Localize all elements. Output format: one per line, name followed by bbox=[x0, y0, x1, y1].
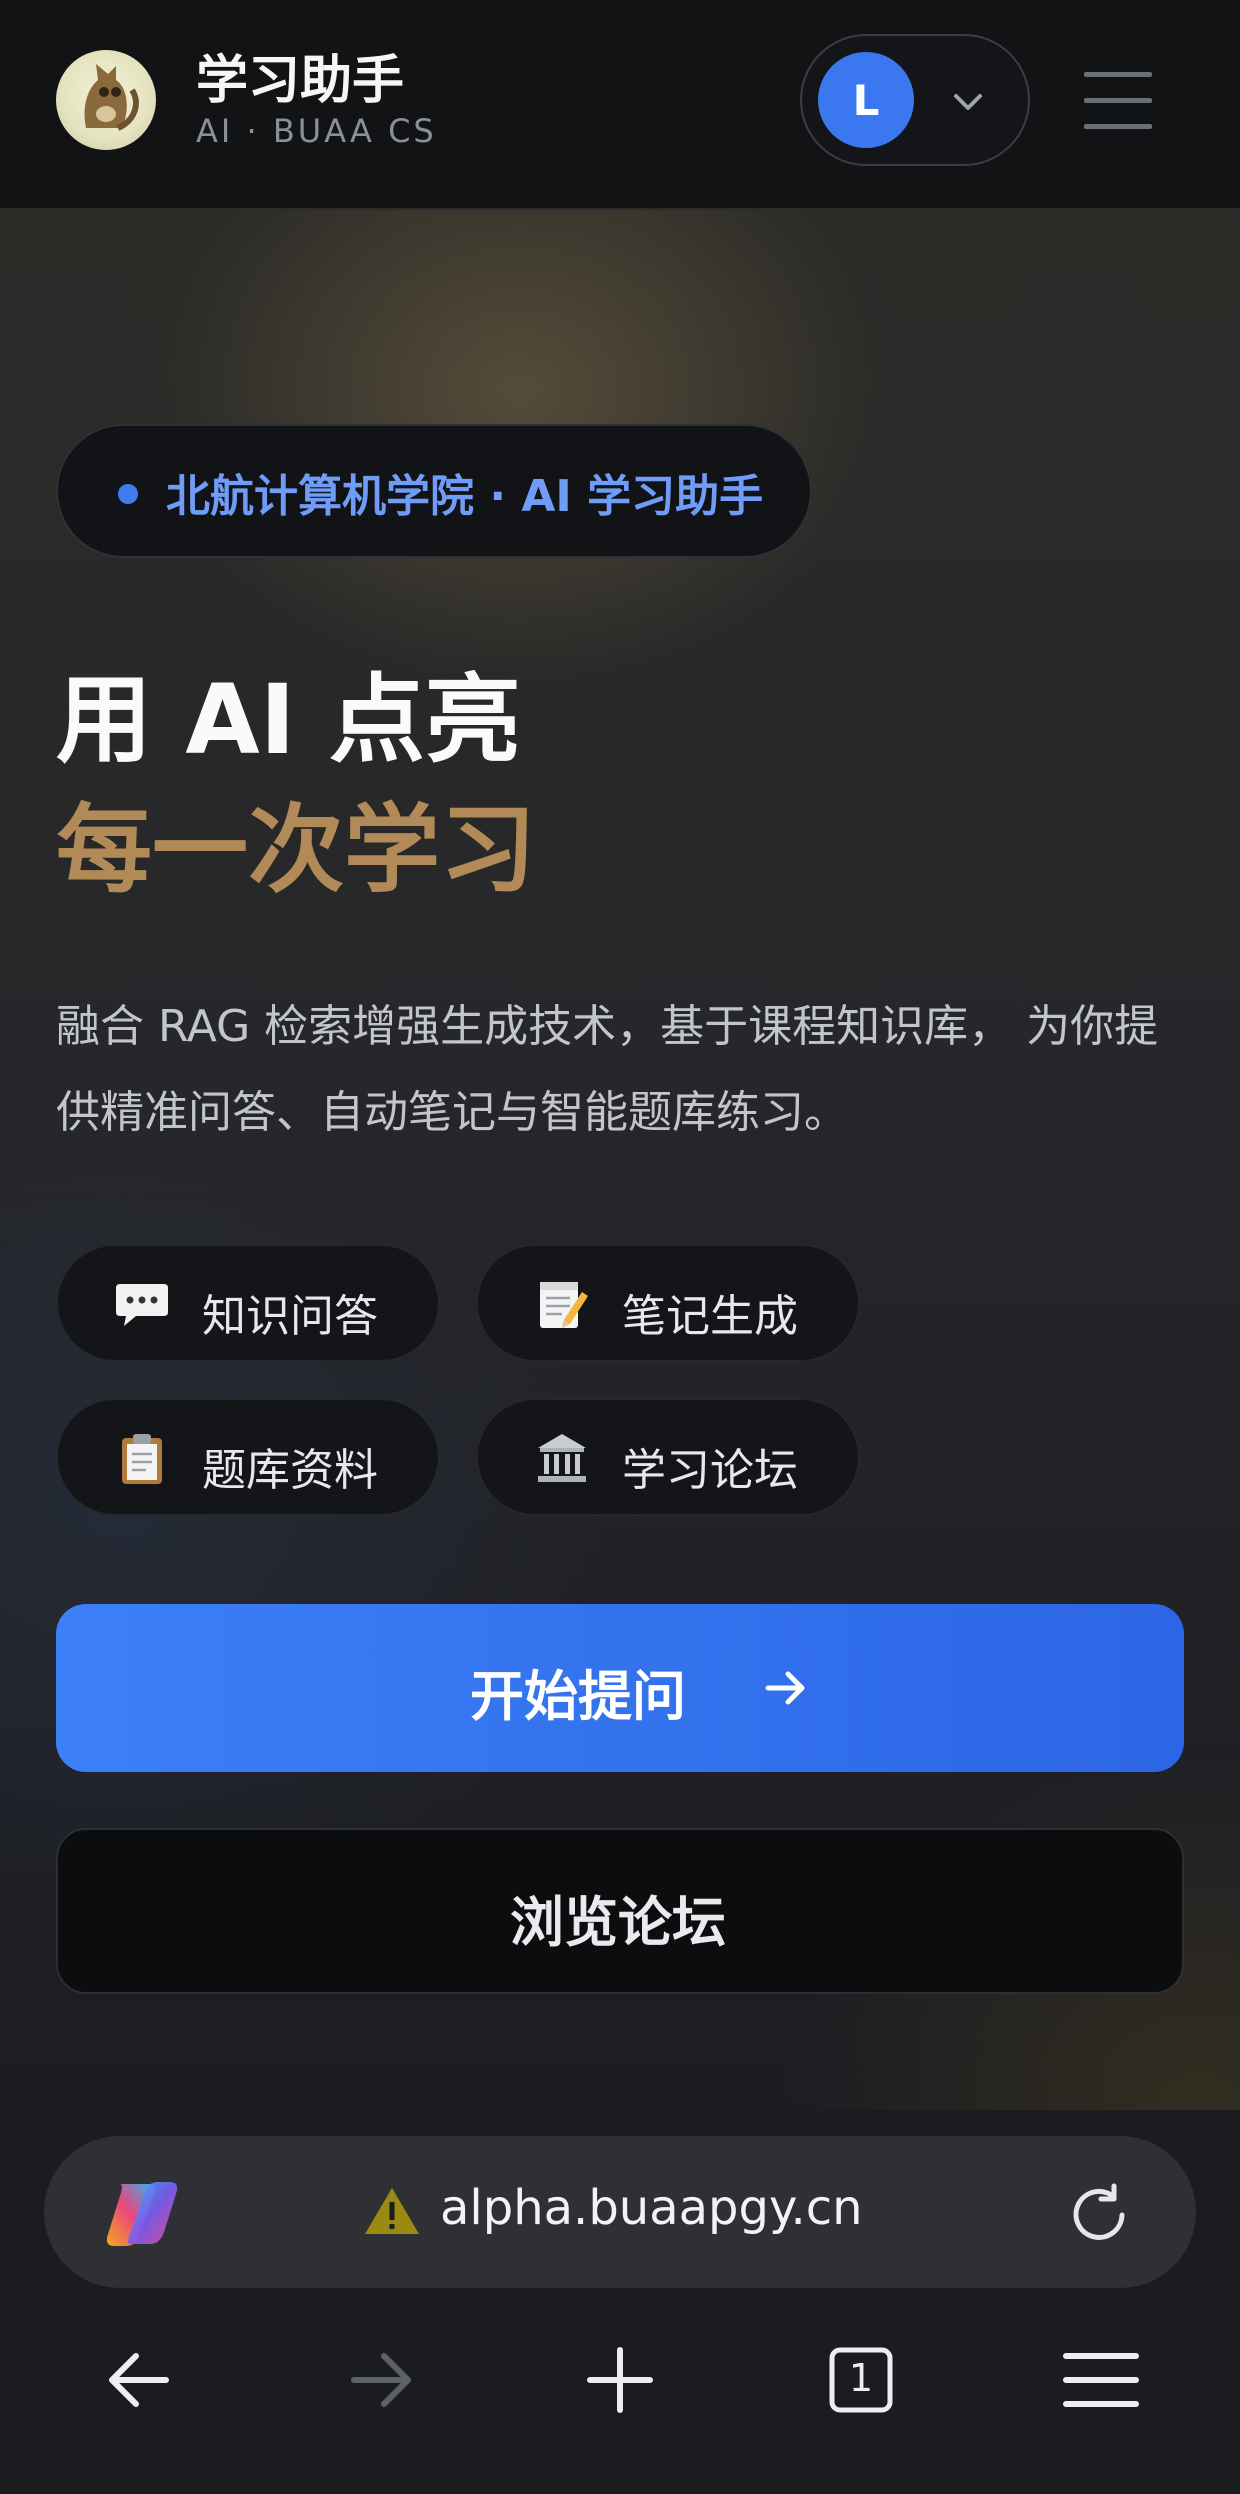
feature-chip-question-bank[interactable]: 题库资料 bbox=[56, 1398, 440, 1516]
feature-chip-label: 笔记生成 bbox=[622, 1291, 798, 1342]
arrow-right-icon bbox=[765, 1671, 805, 1705]
hero-section: 北航计算机学院 · AI 学习助手 用 AI 点亮 每一次学习 融合 RAG 检… bbox=[0, 210, 1240, 2110]
reload-icon[interactable] bbox=[1064, 2180, 1134, 2250]
classical-building-icon bbox=[538, 1434, 586, 1482]
feature-chip-label: 学习论坛 bbox=[622, 1445, 798, 1496]
avatar: L bbox=[818, 52, 914, 148]
feature-chip-notes[interactable]: 笔记生成 bbox=[476, 1244, 860, 1362]
headline-line1: 用 AI 点亮 bbox=[56, 664, 521, 776]
status-dot bbox=[118, 484, 138, 504]
start-asking-label: 开始提问 bbox=[470, 1665, 686, 1728]
user-menu-button[interactable]: L bbox=[800, 34, 1030, 166]
headline-line2: 每一次学习 bbox=[56, 794, 536, 906]
chevron-down-icon bbox=[954, 94, 982, 110]
start-asking-button[interactable]: 开始提问 bbox=[56, 1604, 1184, 1772]
url-text[interactable]: alpha.buaapgy.cn bbox=[440, 2180, 863, 2236]
new-tab-plus-icon[interactable] bbox=[560, 2320, 680, 2440]
app-header: 学习助手 AI · BUAA CS L bbox=[0, 0, 1240, 210]
clipboard-icon bbox=[122, 1434, 162, 1484]
memo-icon bbox=[540, 1282, 588, 1328]
hero-description: 融合 RAG 检索增强生成技术，基于课程知识库， 为你提供精准问答、自动笔记与智… bbox=[56, 1001, 1159, 1138]
forward-arrow-icon[interactable] bbox=[320, 2320, 440, 2440]
feature-chip-forum[interactable]: 学习论坛 bbox=[476, 1398, 860, 1516]
app-logo[interactable] bbox=[56, 50, 156, 150]
browser-navbar: 1 bbox=[0, 2320, 1240, 2494]
back-arrow-icon[interactable] bbox=[80, 2320, 200, 2440]
tab-switcher-button[interactable]: 1 bbox=[800, 2320, 920, 2440]
speech-bubble-icon bbox=[116, 1284, 168, 1326]
browser-menu-icon[interactable] bbox=[1040, 2320, 1160, 2440]
school-badge: 北航计算机学院 · AI 学习助手 bbox=[56, 424, 812, 558]
feature-chip-label: 知识问答 bbox=[202, 1291, 378, 1342]
browse-forum-button[interactable]: 浏览论坛 bbox=[56, 1828, 1184, 1994]
feature-chip-qa[interactable]: 知识问答 bbox=[56, 1244, 440, 1362]
app-title: 学习助手 bbox=[196, 51, 405, 111]
hamburger-menu-icon[interactable] bbox=[1082, 64, 1154, 136]
address-bar[interactable]: alpha.buaapgy.cn bbox=[44, 2136, 1196, 2288]
copilot-icon[interactable] bbox=[100, 2176, 184, 2252]
tab-count: 1 bbox=[848, 2356, 874, 2400]
browse-forum-label: 浏览论坛 bbox=[510, 1891, 726, 1954]
feature-chip-label: 题库资料 bbox=[202, 1445, 378, 1496]
warning-icon[interactable] bbox=[362, 2184, 422, 2238]
browser-chrome: alpha.buaapgy.cn 1 bbox=[0, 2110, 1240, 2494]
app-subtitle: AI · BUAA CS bbox=[196, 112, 437, 150]
badge-text: 北航计算机学院 · AI 学习助手 bbox=[166, 471, 764, 522]
